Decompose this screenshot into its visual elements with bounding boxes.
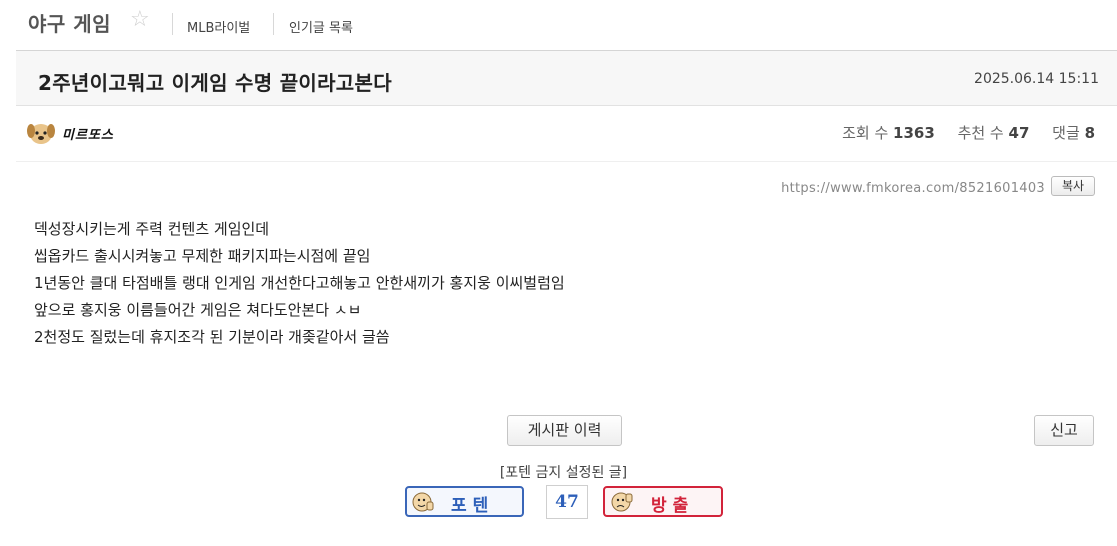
comments-label: 댓글 <box>1052 124 1080 142</box>
vote-count: 47 <box>546 485 588 519</box>
views-count: 1363 <box>893 124 935 142</box>
board-link-popular[interactable]: 인기글 목록 <box>289 17 353 36</box>
post-title: 2주년이고뭐고 이게임 수명 끝이라고본다 <box>38 71 392 95</box>
favorite-star-icon[interactable]: ☆ <box>130 7 150 32</box>
body-line: 2천정도 질렀는데 휴지조각 된 기분이라 개좆같아서 글씀 <box>34 328 390 346</box>
post-date: 2025.06.14 15:11 <box>974 71 1099 87</box>
body-line: 씹옵카드 출시시켜놓고 무제한 패키지파는시점에 끝임 <box>34 247 371 265</box>
divider <box>273 13 274 35</box>
vote-up-label: 포텐 <box>451 496 495 516</box>
body-line: 1년동안 클대 타점배틀 랭대 인게임 개선한다고해놓고 안한새끼가 홍지웅 이… <box>34 274 565 292</box>
report-button[interactable]: 신고 <box>1034 415 1094 446</box>
votes-label: 추천 수 <box>957 124 1004 142</box>
views-label: 조회 수 <box>842 124 889 142</box>
vote-up-button[interactable]: 포텐 <box>405 486 524 517</box>
vote-down-label: 방출 <box>651 496 695 516</box>
copy-url-button[interactable]: 복사 <box>1051 176 1095 196</box>
author-nickname[interactable]: 미르또스 <box>62 124 114 143</box>
post-url[interactable]: https://www.fmkorea.com/8521601403 <box>781 181 1045 196</box>
body-line: 덱성장시키는게 주력 컨텐츠 게임인데 <box>34 220 270 238</box>
poten-ban-notice: [포텐 금지 설정된 글] <box>499 465 628 481</box>
board-title[interactable]: 야구 게임 <box>28 8 111 37</box>
puppy-avatar-icon[interactable] <box>26 119 56 147</box>
votes-count: 47 <box>1008 124 1030 142</box>
post-url-row: https://www.fmkorea.com/8521601403 복사 <box>675 174 1095 198</box>
board-link-mlb-rival[interactable]: MLB라이벌 <box>187 17 250 36</box>
post-title-bar: 2주년이고뭐고 이게임 수명 끝이라고본다 2025.06.14 15:11 <box>16 50 1117 106</box>
body-line: 앞으로 홍지웅 이름들어간 게임은 쳐다도안본다 ㅅㅂ <box>34 301 362 319</box>
comments-count[interactable]: 8 <box>1085 124 1095 142</box>
thumbs-down-face-icon <box>611 492 633 512</box>
vote-down-button[interactable]: 방출 <box>603 486 723 517</box>
thumbs-up-face-icon <box>412 492 434 512</box>
divider <box>172 13 173 35</box>
post-body: 덱성장시키는게 주력 컨텐츠 게임인데 씹옵카드 출시시켜놓고 무제한 패키지파… <box>34 216 565 351</box>
post-stats: 조회 수 1363 추천 수 47 댓글 8 <box>842 122 1095 143</box>
board-header: 야구 게임 ☆ MLB라이벌 인기글 목록 <box>0 0 1117 50</box>
post-meta-bar: 미르또스 조회 수 1363 추천 수 47 댓글 8 <box>16 106 1117 162</box>
board-history-button[interactable]: 게시판 이력 <box>507 415 622 446</box>
